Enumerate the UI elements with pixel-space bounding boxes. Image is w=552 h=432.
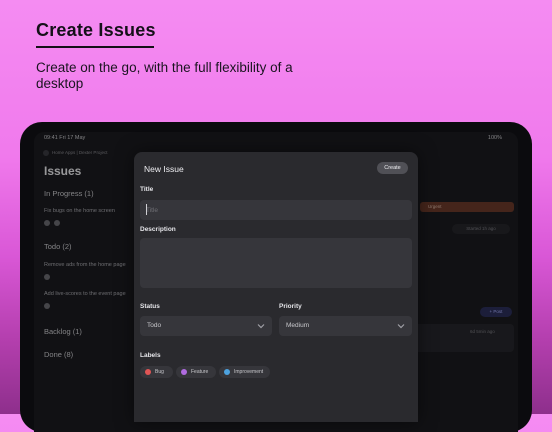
improvement-color-dot [224, 369, 230, 375]
title-label: Title [140, 186, 154, 193]
label-chip-bug[interactable]: Bug [140, 366, 173, 378]
label-chip-text: Improvement [234, 369, 264, 375]
label-chip-text: Feature [191, 369, 209, 375]
priority-label: Priority [279, 303, 302, 310]
text-caret [146, 204, 147, 215]
label-chip-improvement[interactable]: Improvement [219, 366, 270, 378]
label-chip-feature[interactable]: Feature [176, 366, 216, 378]
chevron-down-icon [397, 324, 405, 329]
title-input[interactable] [140, 200, 412, 220]
labels-label: Labels [140, 352, 161, 359]
priority-select[interactable]: Medium [279, 316, 412, 336]
description-input[interactable] [140, 238, 412, 288]
bug-color-dot [145, 369, 151, 375]
modal-title: New Issue [144, 164, 184, 174]
label-chip-text: Bug [155, 369, 164, 375]
create-button[interactable]: Create [377, 162, 408, 174]
description-label: Description [140, 226, 176, 233]
status-select[interactable]: Todo [140, 316, 272, 336]
promo-subline: Create on the go, with the full flexibil… [36, 60, 293, 91]
chevron-down-icon [257, 324, 265, 329]
status-label: Status [140, 303, 160, 310]
promo-headline-underline [36, 46, 154, 48]
priority-value: Medium [286, 322, 310, 329]
status-value: Todo [147, 322, 162, 329]
feature-color-dot [181, 369, 187, 375]
new-issue-modal: New Issue Create Title Description Statu… [134, 152, 418, 422]
promo-headline: Create Issues [36, 20, 156, 40]
